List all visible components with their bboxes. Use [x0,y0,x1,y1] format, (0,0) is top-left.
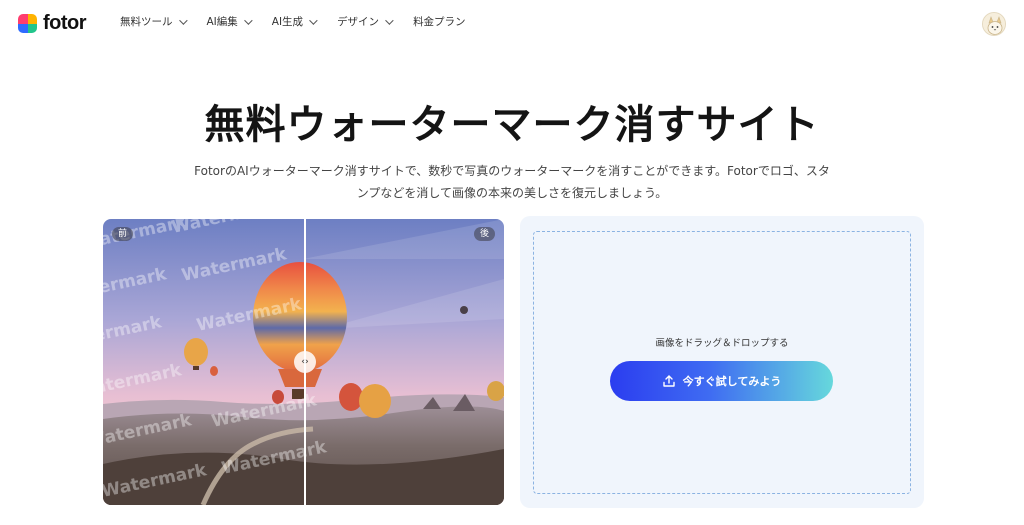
chevron-down-icon [385,15,394,25]
fotor-logo[interactable]: fotor [18,12,87,35]
nav-pricing[interactable]: 料金プラン [413,14,466,29]
nav-free-tools[interactable]: 無料ツール [120,14,188,29]
dropzone-text: 画像をドラッグ＆ドロップする [655,338,789,349]
nav-ai-edit[interactable]: AI編集 [206,14,253,29]
nav-label: AI生成 [271,16,304,28]
page-title: 無料ウォーターマーク消すサイト [204,102,820,148]
fotor-logo-icon [18,14,37,33]
nav-label: 料金プラン [413,16,466,28]
upload-icon [662,374,676,388]
page-subtitle: FotorのAIウォーターマーク消すサイトで、数秒で写真のウォーターマークを消す… [194,164,830,200]
top-header: fotor 無料ツール AI編集 AI生成 デザイン 料金プラン [0,0,1024,44]
before-badge: 前 [112,227,134,241]
before-after-compare[interactable]: Watermark Watermark Watermark Watermark … [103,219,504,505]
user-avatar[interactable] [982,12,1006,36]
logo-text: fotor [43,12,87,34]
main-nav: 無料ツール AI編集 AI生成 デザイン 料金プラン [120,14,466,29]
try-now-button[interactable]: 今すぐ試してみよう [610,361,833,401]
avatar-illustration-icon [983,13,1005,35]
chevron-down-icon [309,15,318,25]
after-badge: 後 [473,227,495,241]
chevron-down-icon [178,15,188,25]
nav-label: 無料ツール [120,16,173,28]
chevron-left-right-icon: ‹› [301,357,309,367]
nav-design[interactable]: デザイン [337,14,394,29]
compare-slider-handle[interactable]: ‹› [294,351,316,373]
nav-label: デザイン [337,16,380,28]
chevron-down-icon [243,15,253,25]
try-now-label: 今すぐ試してみよう [682,375,782,388]
nav-ai-generate[interactable]: AI生成 [271,14,318,29]
nav-label: AI編集 [206,16,238,28]
